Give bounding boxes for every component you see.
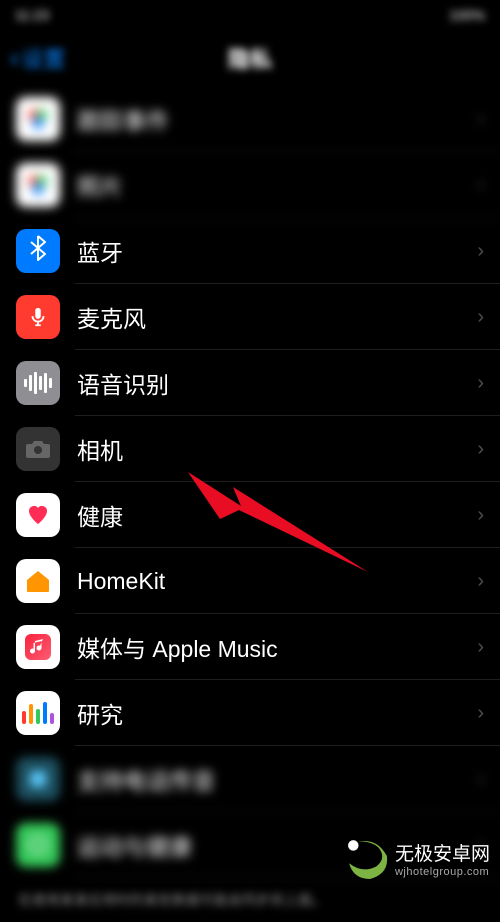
homekit-icon: [16, 559, 60, 603]
watermark-url: wjhotelgroup.com: [395, 866, 490, 878]
app-icon: [16, 823, 60, 867]
item-label: 蓝牙: [77, 234, 477, 268]
chevron-right-icon: ›: [477, 570, 484, 593]
item-label: 语音识别: [77, 366, 477, 400]
list-item[interactable]: 相机›: [0, 416, 500, 482]
app-icon: [16, 97, 60, 141]
item-label: 健康: [77, 498, 477, 532]
microphone-icon: [16, 295, 60, 339]
chevron-right-icon: ›: [477, 504, 484, 527]
list-item[interactable]: 照片›: [0, 152, 500, 218]
list-item[interactable]: HomeKit›: [0, 548, 500, 614]
status-bar: 11:23 100%: [0, 0, 500, 30]
back-label: 设置: [21, 42, 65, 74]
item-label: 研究: [77, 696, 477, 730]
status-left: 11:23: [15, 7, 49, 23]
health-icon: [16, 493, 60, 537]
watermark-name: 无极安卓网: [395, 839, 490, 866]
back-button[interactable]: ‹ 设置: [10, 42, 65, 74]
list-item[interactable]: 麦克风›: [0, 284, 500, 350]
item-label: 麦克风: [77, 300, 477, 334]
chevron-right-icon: ›: [477, 768, 484, 791]
chevron-right-icon: ›: [477, 438, 484, 461]
nav-bar: ‹ 设置 隐私: [0, 30, 500, 86]
watermark-logo-icon: [347, 837, 389, 879]
list-item[interactable]: 媒体与 Apple Music›: [0, 614, 500, 680]
bluetooth-icon: [16, 229, 60, 273]
voice-recognition-icon: [16, 361, 60, 405]
item-label: HomeKit: [77, 568, 477, 595]
page-title: 隐私: [228, 42, 272, 74]
research-icon: [16, 691, 60, 735]
settings-list: 跟踪事件›照片›蓝牙›麦克风›语音识别›相机›健康›HomeKit›媒体与 Ap…: [0, 86, 500, 878]
chevron-right-icon: ›: [477, 702, 484, 725]
status-right: 100%: [449, 7, 485, 23]
chevron-right-icon: ›: [477, 174, 484, 197]
list-item[interactable]: 研究›: [0, 680, 500, 746]
footer-text: 在使用某某应用时的某些数据可能会同步到上面。: [0, 878, 500, 922]
list-item[interactable]: 支持电话传音›: [0, 746, 500, 812]
chevron-right-icon: ›: [477, 636, 484, 659]
chevron-left-icon: ‹: [10, 42, 19, 74]
chevron-right-icon: ›: [477, 108, 484, 131]
item-label: 跟踪事件: [77, 102, 477, 136]
item-label: 照片: [77, 168, 477, 202]
chevron-right-icon: ›: [477, 240, 484, 263]
camera-icon: [16, 427, 60, 471]
item-label: 媒体与 Apple Music: [77, 630, 477, 664]
item-label: 相机: [77, 432, 477, 466]
watermark: 无极安卓网 wjhotelgroup.com: [347, 837, 490, 879]
list-item[interactable]: 跟踪事件›: [0, 86, 500, 152]
app-icon: [16, 163, 60, 207]
chevron-right-icon: ›: [477, 306, 484, 329]
list-item[interactable]: 语音识别›: [0, 350, 500, 416]
app-icon: [16, 757, 60, 801]
list-item[interactable]: 健康›: [0, 482, 500, 548]
item-label: 支持电话传音: [77, 762, 477, 796]
list-item[interactable]: 蓝牙›: [0, 218, 500, 284]
music-icon: [16, 625, 60, 669]
chevron-right-icon: ›: [477, 372, 484, 395]
